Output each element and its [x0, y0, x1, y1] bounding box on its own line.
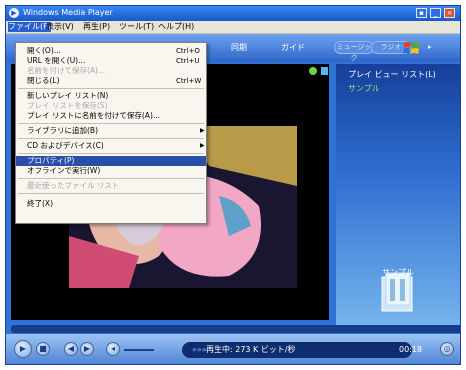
signal-icon: »»»	[192, 345, 207, 354]
playlist-item[interactable]: サンプル	[348, 84, 380, 94]
volume-slider[interactable]	[124, 349, 154, 351]
fullscreen-icon[interactable]	[321, 67, 328, 75]
menu-tools[interactable]: ツール(T)	[119, 22, 154, 32]
menu-item-shortcut: Ctrl+U	[176, 57, 200, 65]
windows-logo-icon	[403, 42, 420, 54]
menu-item-label: 名前を付けて保存(A)...	[27, 66, 106, 75]
menu-item-label: CD およびデバイス(C)	[27, 141, 104, 150]
title-bar: ▶ Windows Media Player ▪ _ ×	[6, 6, 460, 21]
media-player-icon: ▶	[9, 8, 19, 18]
submenu-arrow-icon: ▶	[200, 142, 205, 149]
next-button[interactable]: ▶	[80, 342, 94, 356]
elapsed-time: 00:18	[399, 345, 423, 354]
tab-sync[interactable]: 同期	[231, 43, 247, 53]
menu-help[interactable]: ヘルプ(H)	[158, 22, 194, 32]
nav-expand-icon[interactable]: ▸	[428, 42, 432, 52]
close-button[interactable]: ×	[444, 8, 455, 18]
tab-guide[interactable]: ガイド	[281, 43, 305, 53]
status-text: 再生中: 273 K ビット/秒	[206, 345, 296, 354]
previous-button[interactable]: ◀	[64, 342, 78, 356]
menu-item-new-playlist[interactable]: 新しいプレイ リスト(N)	[16, 91, 206, 101]
menu-item-shortcut: Ctrl+O	[176, 47, 200, 55]
mute-button[interactable]: ◂	[106, 342, 120, 356]
menu-item-recent-files[interactable]: 最近使ったファイル リスト	[16, 181, 206, 191]
menu-separator	[18, 88, 204, 89]
mini-mode-button[interactable]: ▪	[416, 8, 427, 18]
menu-separator	[18, 138, 204, 139]
menu-item-label: プレイ リストを保存(S)	[27, 101, 108, 110]
menu-separator	[18, 123, 204, 124]
menu-item-label: プレイ リストに名前を付けて保存(A)...	[27, 111, 161, 120]
stop-button[interactable]: ■	[36, 342, 50, 356]
play-button[interactable]: ▶	[14, 340, 32, 358]
file-menu-dropdown: 開く(O)... Ctrl+O URL を開く(U)... Ctrl+U 名前を…	[15, 42, 207, 224]
tab-music[interactable]: ミュージック	[334, 41, 374, 62]
menu-separator	[18, 193, 204, 194]
menu-item-save-as[interactable]: 名前を付けて保存(A)...	[16, 66, 206, 76]
menu-bar: ファイル(F) 表示(V) 再生(P) ツール(T) ヘルプ(H)	[6, 21, 460, 34]
menu-separator	[18, 153, 204, 154]
menu-item-label: 新しいプレイ リスト(N)	[27, 91, 109, 100]
playlist-header[interactable]: プレイ ビュー リスト(L)	[336, 68, 460, 82]
menu-item-work-offline[interactable]: オフラインで実行(W)	[16, 166, 206, 176]
playlist-pane: プレイ ビュー リスト(L) サンプル	[336, 64, 460, 326]
menu-item-label: 最近使ったファイル リスト	[27, 181, 120, 190]
menu-item-label: ライブラリに追加(B)	[27, 126, 98, 135]
menu-view[interactable]: 表示(V)	[46, 22, 74, 32]
menu-item-properties[interactable]: プロパティ(P)	[16, 156, 206, 166]
window-title: Windows Media Player	[23, 8, 113, 17]
menu-item-cd-devices[interactable]: CD およびデバイス(C) ▶	[16, 141, 206, 151]
menu-item-add-to-library[interactable]: ライブラリに追加(B) ▶	[16, 126, 206, 136]
menu-item-save-playlist[interactable]: プレイ リストを保存(S)	[16, 101, 206, 111]
menu-item-label: プロパティ(P)	[27, 156, 75, 165]
playlist-caption: サンプル	[382, 268, 414, 277]
menu-play[interactable]: 再生(P)	[83, 22, 110, 32]
menu-item-shortcut: Ctrl+W	[176, 77, 202, 85]
menu-item-label: 閉じる(L)	[27, 76, 60, 85]
menu-item-open-url[interactable]: URL を開く(U)... Ctrl+U	[16, 56, 206, 66]
submenu-arrow-icon: ▶	[200, 127, 205, 134]
media-player-window: ▶ Windows Media Player ▪ _ × ファイル(F) 表示(…	[5, 5, 461, 365]
minimize-button[interactable]: _	[430, 8, 441, 18]
menu-file[interactable]: ファイル(F)	[8, 22, 51, 32]
menu-item-label: 終了(X)	[27, 199, 53, 208]
expand-button[interactable]: ◎	[440, 342, 454, 356]
menu-item-label: URL を開く(U)...	[27, 56, 86, 65]
menu-separator	[18, 178, 204, 179]
visualization-icon[interactable]	[309, 67, 317, 75]
playlist-title[interactable]: プレイ ビュー リスト(L)	[348, 70, 436, 80]
menu-item-save-playlist-as[interactable]: プレイ リストに名前を付けて保存(A)...	[16, 111, 206, 121]
menu-item-close[interactable]: 閉じる(L) Ctrl+W	[16, 76, 206, 86]
menu-item-open[interactable]: 開く(O)... Ctrl+O	[16, 46, 206, 56]
seek-bar[interactable]	[11, 325, 460, 333]
menu-item-label: オフラインで実行(W)	[27, 166, 101, 175]
menu-item-label: 開く(O)...	[27, 46, 61, 55]
menu-item-exit[interactable]: 終了(X)	[16, 199, 206, 209]
